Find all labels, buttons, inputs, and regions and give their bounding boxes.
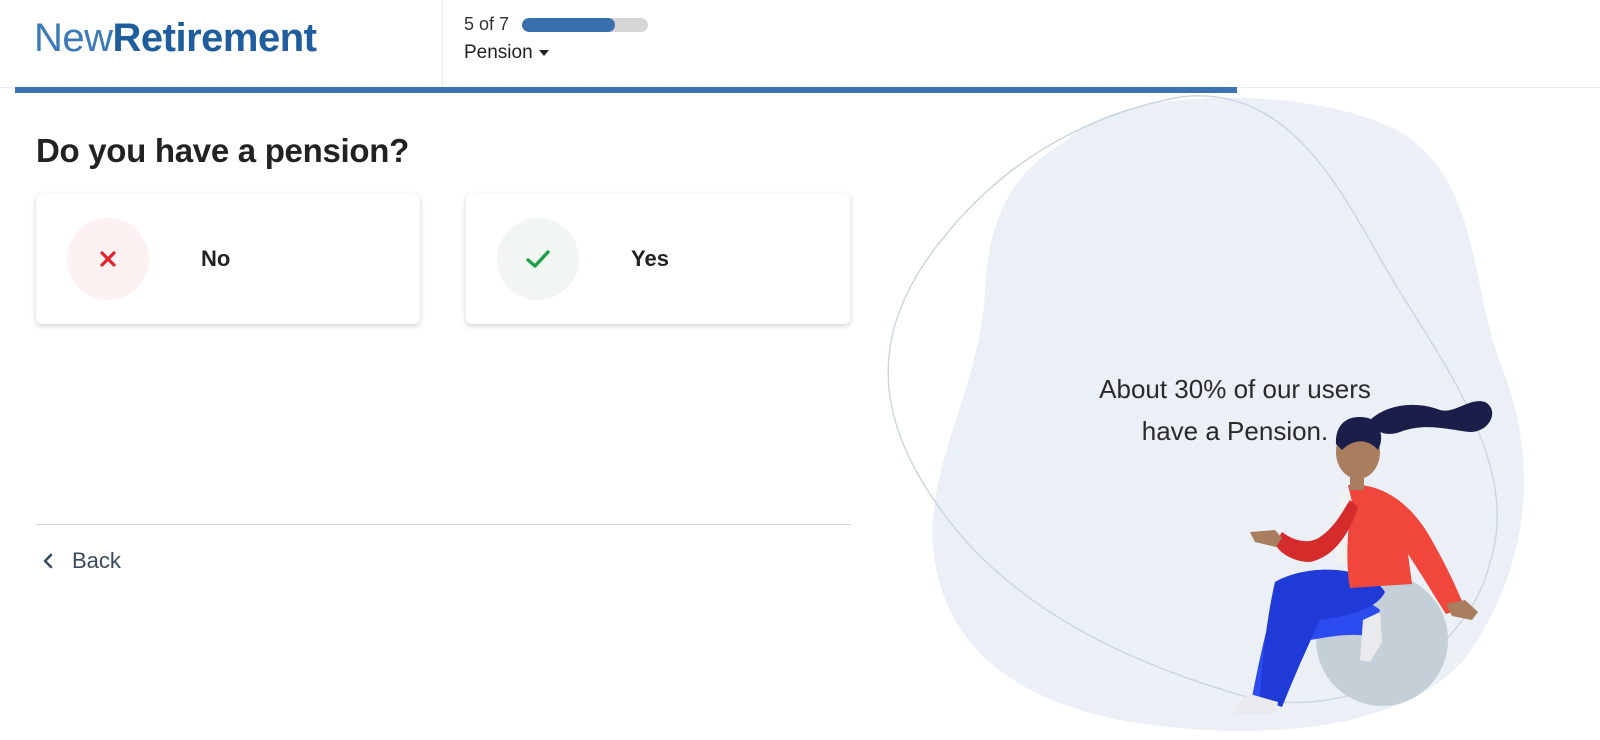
back-label: Back — [72, 548, 121, 573]
content-divider — [36, 524, 851, 525]
logo[interactable]: NewRetirement — [34, 16, 317, 60]
step-progress-fill — [522, 18, 616, 32]
section-dropdown-label: Pension — [464, 42, 533, 63]
tip-text: About 30% of our users have a Pension. — [1040, 368, 1430, 452]
tip-line-1: About 30% of our users — [1099, 374, 1371, 404]
option-no-button[interactable]: No — [36, 194, 420, 324]
header: NewRetirement 5 of 7 Pension — [0, 0, 1600, 88]
x-icon — [100, 251, 116, 267]
option-yes-label: Yes — [631, 246, 669, 271]
option-yes-button[interactable]: Yes — [466, 194, 850, 324]
back-button[interactable]: Back — [42, 548, 121, 574]
tip-line-2: have a Pension. — [1141, 416, 1329, 446]
chevron-left-icon — [43, 553, 53, 569]
page: NewRetirement 5 of 7 Pension Do you have… — [0, 0, 1600, 740]
option-yes-icon-circle — [497, 218, 579, 300]
check-icon — [526, 250, 550, 268]
option-no-label: No — [201, 246, 231, 271]
option-no-icon-circle — [67, 218, 149, 300]
section-dropdown[interactable]: Pension — [464, 42, 549, 64]
step-progress-bar — [522, 18, 648, 32]
step-count: 5 of 7 — [464, 14, 510, 34]
question-title: Do you have a pension? — [36, 132, 409, 169]
header-divider — [442, 0, 443, 88]
logo-text-light: New — [34, 16, 113, 60]
logo-text-bold: Retirement — [112, 16, 317, 60]
caret-down-icon — [538, 50, 549, 56]
